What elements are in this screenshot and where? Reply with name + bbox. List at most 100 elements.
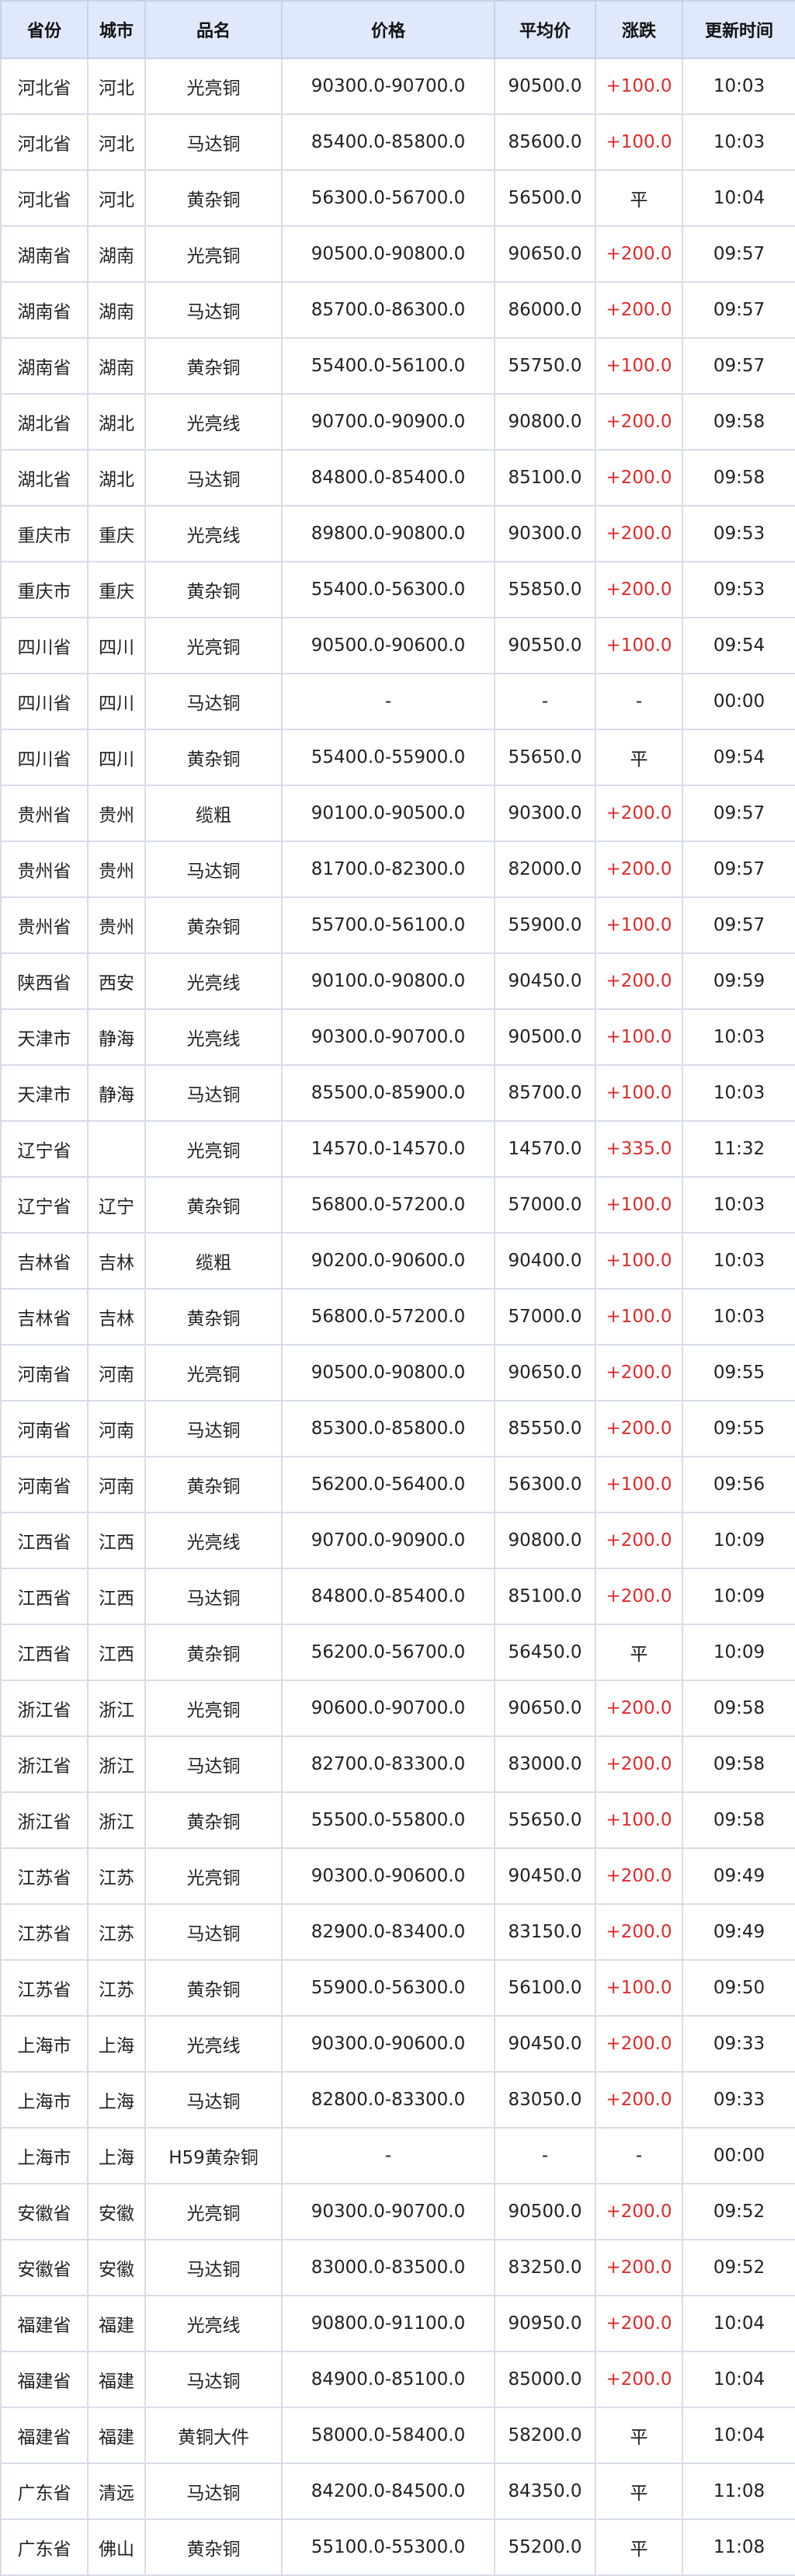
table-row[interactable]: 贵州省 贵州 黄杂铜 55700.0-56100.0 55900.0 +100.0 09:5…	[0, 896, 795, 954]
table-row[interactable]: 湖北省 湖北 马达铜 84800.0-85400.0 85100.0 +200.0 09:5…	[0, 449, 795, 506]
table-row[interactable]: 浙江省 浙江 黄杂铜 55500.0-55800.0 55650.0 +100.0 09:5…	[0, 1791, 795, 1849]
table-row[interactable]: 河南省 河南 马达铜 85300.0-85800.0 85550.0 +200.0 09:5…	[0, 1400, 795, 1457]
table-row[interactable]: 河南省 河南 黄杂铜 56200.0-56400.0 56300.0 +100.0 09:5…	[0, 1456, 795, 1513]
cell-change: +100.0	[595, 1176, 683, 1234]
table-row[interactable]: 上海市 上海 H59黄杂铜 - - -00:00	[0, 2127, 795, 2184]
cell-updated-time: 10:04	[682, 169, 795, 227]
header-city[interactable]: 城市	[87, 0, 146, 59]
cell-city: 四川	[87, 729, 146, 786]
table-row[interactable]: 江苏省 江苏 黄杂铜 55900.0-56300.0 56100.0 +100.0 09:5…	[0, 1959, 795, 2017]
cell-city: 河南	[87, 1344, 146, 1401]
table-row[interactable]: 河南省 河南 光亮铜 90500.0-90800.0 90650.0 +200.0 09:5…	[0, 1344, 795, 1401]
price-table: 省份 城市 品名 价格 平均价 涨跌 更新时间 河北省 河北 光亮铜 90300.0-…	[0, 0, 795, 2576]
cell-city: 江苏	[87, 1959, 146, 2017]
table-row[interactable]: 湖北省 湖北 光亮线 90700.0-90900.0 90800.0 +200.0 09:5…	[0, 393, 795, 451]
table-row[interactable]: 江西省 江西 光亮线 90700.0-90900.0 90800.0 +200.0 10:0…	[0, 1512, 795, 1569]
table-row[interactable]: 河北省 河北 光亮铜 90300.0-90700.0 90500.0 +100.0 10:0…	[0, 57, 795, 115]
header-change[interactable]: 涨跌	[595, 0, 683, 59]
table-body: 河北省 河北 光亮铜 90300.0-90700.0 90500.0 +100.0 10:0…	[0, 57, 795, 2576]
table-row[interactable]: 吉林省 吉林 缆粗 90200.0-90600.0 90400.0 +100.0 10:03	[0, 1232, 795, 1290]
table-row[interactable]: 吉林省 吉林 黄杂铜 56800.0-57200.0 57000.0 +100.0 10:0…	[0, 1288, 795, 1345]
cell-name: H59黄杂铜	[144, 2127, 283, 2184]
cell-updated-time: 10:04	[682, 2295, 795, 2352]
table-row[interactable]: 福建省 福建 黄铜大件 58000.0-58400.0 58200.0 平 10:04	[0, 2407, 795, 2464]
table-row[interactable]: 贵州省 贵州 缆粗 90100.0-90500.0 90300.0 +200.0 09:57	[0, 785, 795, 842]
cell-price: 82800.0-83300.0	[281, 2071, 495, 2129]
table-row[interactable]: 辽宁省 辽宁 黄杂铜 56800.0-57200.0 57000.0 +100.0 10:0…	[0, 1176, 795, 1234]
table-row[interactable]: 湖南省 湖南 马达铜 85700.0-86300.0 86000.0 +200.0 09:5…	[0, 281, 795, 339]
cell-avg-price: 90650.0	[494, 1344, 596, 1401]
table-row[interactable]: 河北省 河北 黄杂铜 56300.0-56700.0 56500.0 平 10:04	[0, 169, 795, 227]
table-row[interactable]: 四川省 四川 马达铜 - - -00:00	[0, 673, 795, 730]
cell-name: 光亮铜	[144, 1120, 283, 1178]
table-row[interactable]: 江苏省 江苏 马达铜 82900.0-83400.0 83150.0 +200.0 09:4…	[0, 1903, 795, 1961]
header-name[interactable]: 品名	[144, 0, 283, 59]
table-row[interactable]: 江西省 江西 黄杂铜 56200.0-56700.0 56450.0 平 10:09	[0, 1624, 795, 1681]
table-row[interactable]: 天津市 静海 马达铜 85500.0-85900.0 85700.0 +100.0 10:0…	[0, 1064, 795, 1122]
cell-avg-price: 90500.0	[494, 1008, 596, 1066]
cell-avg-price: 82000.0	[494, 841, 596, 898]
table-row[interactable]: 安徽省 安徽 马达铜 83000.0-83500.0 83250.0 +200.0 09:5…	[0, 2239, 795, 2296]
header-price[interactable]: 价格	[281, 0, 495, 59]
cell-price: 83000.0-83500.0	[281, 2239, 495, 2296]
cell-avg-price: -	[494, 673, 596, 730]
header-updated-time[interactable]: 更新时间	[682, 0, 795, 59]
cell-updated-time: 10:09	[682, 1624, 795, 1681]
header-province[interactable]: 省份	[0, 0, 89, 59]
cell-name: 马达铜	[144, 2351, 283, 2408]
cell-province: 河南省	[0, 1456, 89, 1513]
cell-name: 光亮线	[144, 2015, 283, 2073]
cell-change: +200.0	[595, 561, 683, 618]
table-row[interactable]: 四川省 四川 光亮铜 90500.0-90600.0 90550.0 +100.0 09:5…	[0, 617, 795, 674]
cell-name: 马达铜	[144, 1568, 283, 1625]
cell-price: 90100.0-90800.0	[281, 952, 495, 1010]
cell-updated-time: 11:08	[682, 2519, 795, 2576]
cell-province: 湖南省	[0, 337, 89, 395]
cell-updated-time: 10:03	[682, 1176, 795, 1234]
cell-price: 90500.0-90800.0	[281, 225, 495, 283]
cell-city: 四川	[87, 617, 146, 674]
table-row[interactable]: 天津市 静海 光亮线 90300.0-90700.0 90500.0 +100.0 10:0…	[0, 1008, 795, 1066]
table-row[interactable]: 浙江省 浙江 马达铜 82700.0-83300.0 83000.0 +200.0 09:5…	[0, 1735, 795, 1793]
table-row[interactable]: 广东省 佛山 黄杂铜 55100.0-55300.0 55200.0 平 11:08	[0, 2519, 795, 2576]
cell-price: 90700.0-90900.0	[281, 1512, 495, 1569]
cell-updated-time: 09:58	[682, 1680, 795, 1737]
cell-province: 四川省	[0, 673, 89, 730]
cell-price: 55400.0-56300.0	[281, 561, 495, 618]
table-row[interactable]: 福建省 福建 光亮线 90800.0-91100.0 90950.0 +200.0 10:0…	[0, 2295, 795, 2352]
cell-price: 14570.0-14570.0	[281, 1120, 495, 1178]
cell-change: -	[595, 2127, 683, 2184]
table-row[interactable]: 广东省 清远 马达铜 84200.0-84500.0 84350.0 平 11:08	[0, 2463, 795, 2520]
table-row[interactable]: 湖南省 湖南 黄杂铜 55400.0-56100.0 55750.0 +100.0 09:5…	[0, 337, 795, 395]
table-row[interactable]: 福建省 福建 马达铜 84900.0-85100.0 85000.0 +200.0 10:0…	[0, 2351, 795, 2408]
table-row[interactable]: 浙江省 浙江 光亮铜 90600.0-90700.0 90650.0 +200.0 09:5…	[0, 1680, 795, 1737]
cell-avg-price: 86000.0	[494, 281, 596, 339]
table-row[interactable]: 湖南省 湖南 光亮铜 90500.0-90800.0 90650.0 +200.0 09:5…	[0, 225, 795, 283]
cell-name: 光亮线	[144, 952, 283, 1010]
header-avg-price[interactable]: 平均价	[494, 0, 596, 59]
table-row[interactable]: 江西省 江西 马达铜 84800.0-85400.0 85100.0 +200.0 10:0…	[0, 1568, 795, 1625]
cell-province: 辽宁省	[0, 1120, 89, 1178]
table-row[interactable]: 贵州省 贵州 马达铜 81700.0-82300.0 82000.0 +200.0 09:5…	[0, 841, 795, 898]
table-row[interactable]: 安徽省 安徽 光亮铜 90300.0-90700.0 90500.0 +200.0 09:5…	[0, 2183, 795, 2240]
cell-name: 马达铜	[144, 841, 283, 898]
cell-province: 河北省	[0, 169, 89, 227]
cell-avg-price: 55650.0	[494, 1791, 596, 1849]
table-row[interactable]: 重庆市 重庆 黄杂铜 55400.0-56300.0 55850.0 +200.0 09:5…	[0, 561, 795, 618]
cell-province: 湖北省	[0, 393, 89, 451]
cell-change: 平	[595, 2519, 683, 2576]
table-row[interactable]: 陕西省 西安 光亮线 90100.0-90800.0 90450.0 +200.0 09:5…	[0, 952, 795, 1010]
table-row[interactable]: 上海市 上海 马达铜 82800.0-83300.0 83050.0 +200.0 09:3…	[0, 2071, 795, 2129]
table-row[interactable]: 江苏省 江苏 光亮铜 90300.0-90600.0 90450.0 +200.0 09:4…	[0, 1847, 795, 1905]
cell-price: 90300.0-90700.0	[281, 2183, 495, 2240]
cell-avg-price: 55200.0	[494, 2519, 596, 2576]
table-row[interactable]: 河北省 河北 马达铜 85400.0-85800.0 85600.0 +100.0 10:0…	[0, 113, 795, 171]
cell-avg-price: 83250.0	[494, 2239, 596, 2296]
table-row[interactable]: 辽宁省 光亮铜 14570.0-14570.0 14570.0 +335.0 11:32	[0, 1120, 795, 1178]
table-row[interactable]: 重庆市 重庆 光亮线 89800.0-90800.0 90300.0 +200.0 09:5…	[0, 505, 795, 562]
cell-updated-time: 10:03	[682, 1288, 795, 1345]
table-row[interactable]: 上海市 上海 光亮线 90300.0-90600.0 90450.0 +200.0 09:3…	[0, 2015, 795, 2073]
cell-city: 河南	[87, 1400, 146, 1457]
table-row[interactable]: 四川省 四川 黄杂铜 55400.0-55900.0 55650.0 平 09:54	[0, 729, 795, 786]
cell-city: 重庆	[87, 561, 146, 618]
